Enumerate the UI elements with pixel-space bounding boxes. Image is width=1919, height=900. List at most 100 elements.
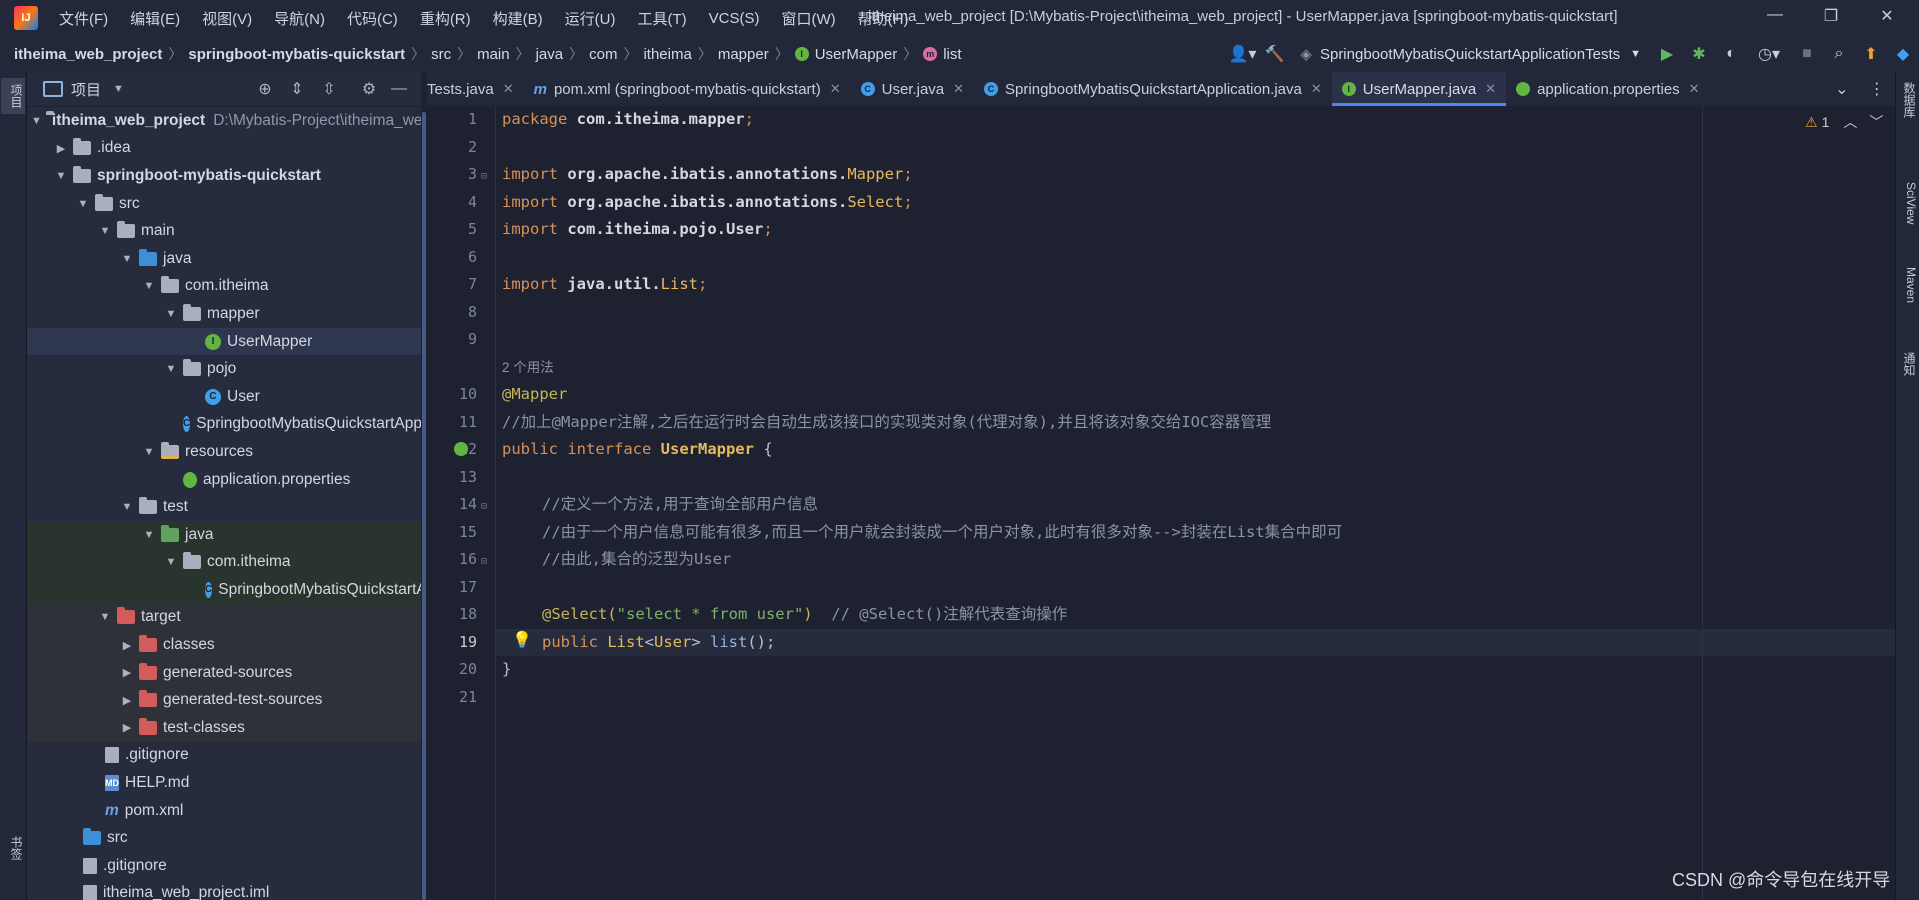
close-icon[interactable]: ✕ [503, 81, 514, 97]
user-account-icon[interactable]: 👤▾ [1228, 40, 1256, 68]
tab-usermapper-java[interactable]: I UserMapper.java ✕ [1331, 72, 1507, 106]
tree-item-tests-class[interactable]: C SpringbootMybatisQuickstartApplicationT… [27, 576, 421, 604]
run-configuration-select[interactable]: ◈ SpringbootMybatisQuickstartApplication… [1290, 40, 1651, 68]
scrollbar-thumb[interactable] [422, 112, 426, 900]
chevron-right-icon[interactable]: ▶ [119, 694, 135, 707]
tree-item-user[interactable]: C User [27, 383, 421, 411]
chevron-down-icon[interactable]: ▼ [119, 501, 135, 513]
crumb-main[interactable]: main [477, 46, 510, 63]
chevron-down-icon[interactable]: ▼ [53, 170, 69, 182]
crumb-list[interactable]: m list [923, 46, 962, 63]
chevron-down-icon[interactable]: ▼ [97, 225, 113, 237]
tree-item-gitignore[interactable]: .gitignore [27, 742, 421, 770]
tab-pom-xml[interactable]: m pom.xml (springboot-mybatis-quickstart)… [524, 72, 851, 106]
sciview-tool-tab[interactable]: SciView [1898, 182, 1918, 224]
fold-icon[interactable]: ⊟ [481, 171, 487, 182]
tree-item-module[interactable]: ▼ springboot-mybatis-quickstart [27, 162, 421, 190]
more-vertical-icon[interactable]: ⋮ [1869, 79, 1885, 99]
locate-file-icon[interactable]: ⊕ [253, 77, 277, 101]
crumb-mapper[interactable]: mapper [718, 46, 769, 63]
crumb-src[interactable]: src [431, 46, 451, 63]
tree-item-package[interactable]: ▼ com.itheima [27, 273, 421, 301]
chevron-down-icon[interactable]: ▼ [163, 556, 179, 568]
tab-application-properties[interactable]: application.properties ✕ [1506, 72, 1710, 106]
tab-application-java[interactable]: C SpringbootMybatisQuickstartApplication.… [974, 72, 1332, 106]
tree-item-pom[interactable]: m pom.xml [27, 797, 421, 825]
tree-item-mapper[interactable]: ▼ mapper [27, 300, 421, 328]
tree-item-properties[interactable]: application.properties [27, 466, 421, 494]
tree-item-classes[interactable]: ▶ classes [27, 631, 421, 659]
lightbulb-icon[interactable]: 💡 [512, 630, 532, 649]
chevron-right-icon[interactable]: ▶ [119, 721, 135, 734]
chevron-up-icon[interactable]: ︿ [1843, 112, 1857, 132]
close-icon[interactable]: ✕ [830, 81, 841, 97]
chevron-right-icon[interactable]: ▶ [119, 666, 135, 679]
tree-item-root[interactable]: ▼ itheima_web_project D:\Mybatis-Project\i… [27, 107, 421, 135]
minimize-button[interactable]: — [1752, 6, 1798, 30]
code-editor[interactable]: package com.itheima.mapper; import org.a… [496, 106, 1895, 900]
jetbrains-toolbox-icon[interactable]: ◆ [1889, 40, 1917, 68]
menu-edit[interactable]: 编辑(E) [119, 8, 191, 29]
chevron-down-icon[interactable]: ▼ [75, 198, 91, 210]
close-icon[interactable]: ✕ [953, 81, 964, 97]
search-icon[interactable]: ⌕ [1825, 40, 1853, 68]
crumb-itheima[interactable]: itheima [643, 46, 691, 63]
tree-item-test-package[interactable]: ▼ com.itheima [27, 548, 421, 577]
fold-icon[interactable]: ⊟ [481, 501, 487, 512]
database-tool-tab[interactable]: 数据库 [1898, 82, 1918, 118]
expand-all-icon[interactable]: ⇕ [285, 77, 309, 101]
crumb-usermapper[interactable]: I UserMapper [794, 46, 897, 63]
gear-icon[interactable]: ⚙ [357, 77, 381, 101]
profiler-icon[interactable]: ◷▾ [1749, 40, 1789, 68]
tree-item-resources[interactable]: ▼ resources [27, 438, 421, 466]
chevron-down-icon[interactable]: ▼ [97, 611, 113, 623]
menu-refactor[interactable]: 重构(R) [409, 8, 482, 29]
tree-item-test-java[interactable]: ▼ java [27, 520, 421, 549]
tree-item-test-classes[interactable]: ▶ test-classes [27, 714, 421, 742]
fold-icon[interactable]: ⊟ [481, 556, 487, 567]
notifications-tool-tab[interactable]: 通知 [1898, 352, 1918, 376]
coverage-icon[interactable]: ◐ [1717, 40, 1745, 68]
chevron-down-icon[interactable]: ▼ [141, 529, 157, 541]
tree-item-root-src[interactable]: src [27, 824, 421, 852]
debug-icon[interactable]: ✱ [1685, 40, 1713, 68]
maven-tool-tab[interactable]: Maven [1898, 267, 1918, 303]
chevron-right-icon[interactable]: ▶ [53, 142, 69, 155]
tree-item-usermapper[interactable]: I UserMapper [27, 327, 421, 356]
chevron-down-icon[interactable]: ▼ [141, 280, 157, 292]
inspection-widget[interactable]: ⚠ 1 ︿ ﹀ [1805, 112, 1883, 132]
menu-file[interactable]: 文件(F) [48, 8, 119, 29]
menu-view[interactable]: 视图(V) [191, 8, 263, 29]
tab-user-java[interactable]: C User.java ✕ [851, 72, 974, 106]
crumb-module[interactable]: springboot-mybatis-quickstart [188, 46, 405, 63]
tree-item-java[interactable]: ▼ java [27, 245, 421, 273]
close-icon[interactable]: ✕ [1485, 81, 1496, 97]
tree-item-src[interactable]: ▼ src [27, 190, 421, 218]
menu-window[interactable]: 窗口(W) [770, 8, 846, 29]
spring-bean-gutter-icon[interactable] [454, 442, 468, 456]
menu-vcs[interactable]: VCS(S) [698, 10, 771, 27]
menu-tools[interactable]: 工具(T) [626, 8, 697, 29]
tree-item-test[interactable]: ▼ test [27, 493, 421, 521]
close-icon[interactable]: ✕ [1311, 81, 1322, 97]
menu-run[interactable]: 运行(U) [554, 8, 627, 29]
menu-build[interactable]: 构建(B) [482, 8, 554, 29]
chevron-down-icon[interactable]: ▼ [163, 308, 179, 320]
chevron-down-icon[interactable]: ▼ [119, 253, 135, 265]
bookmarks-tool-tab[interactable]: 书签 [1, 830, 25, 866]
tree-item-main[interactable]: ▼ main [27, 217, 421, 245]
chevron-down-icon[interactable]: ▼ [113, 83, 124, 95]
close-icon[interactable]: ✕ [1689, 81, 1700, 97]
tree-item-generated-sources[interactable]: ▶ generated-sources [27, 658, 421, 687]
crumb-java[interactable]: java [536, 46, 564, 63]
tree-item-root-gitignore[interactable]: .gitignore [27, 852, 421, 880]
tab-tests-java[interactable]: Tests.java ✕ [427, 72, 524, 106]
menu-code[interactable]: 代码(C) [336, 8, 409, 29]
chevron-down-icon[interactable]: ▼ [163, 363, 179, 375]
stop-icon[interactable]: ■ [1793, 40, 1821, 68]
project-tool-tab[interactable]: 项目 [1, 78, 25, 114]
chevron-down-icon[interactable]: ⌄ [1835, 79, 1848, 99]
build-hammer-icon[interactable]: 🔨 [1260, 40, 1288, 68]
update-icon[interactable]: ⬆ [1857, 40, 1885, 68]
usages-inlay-hint[interactable]: 2 个用法 [502, 354, 554, 382]
